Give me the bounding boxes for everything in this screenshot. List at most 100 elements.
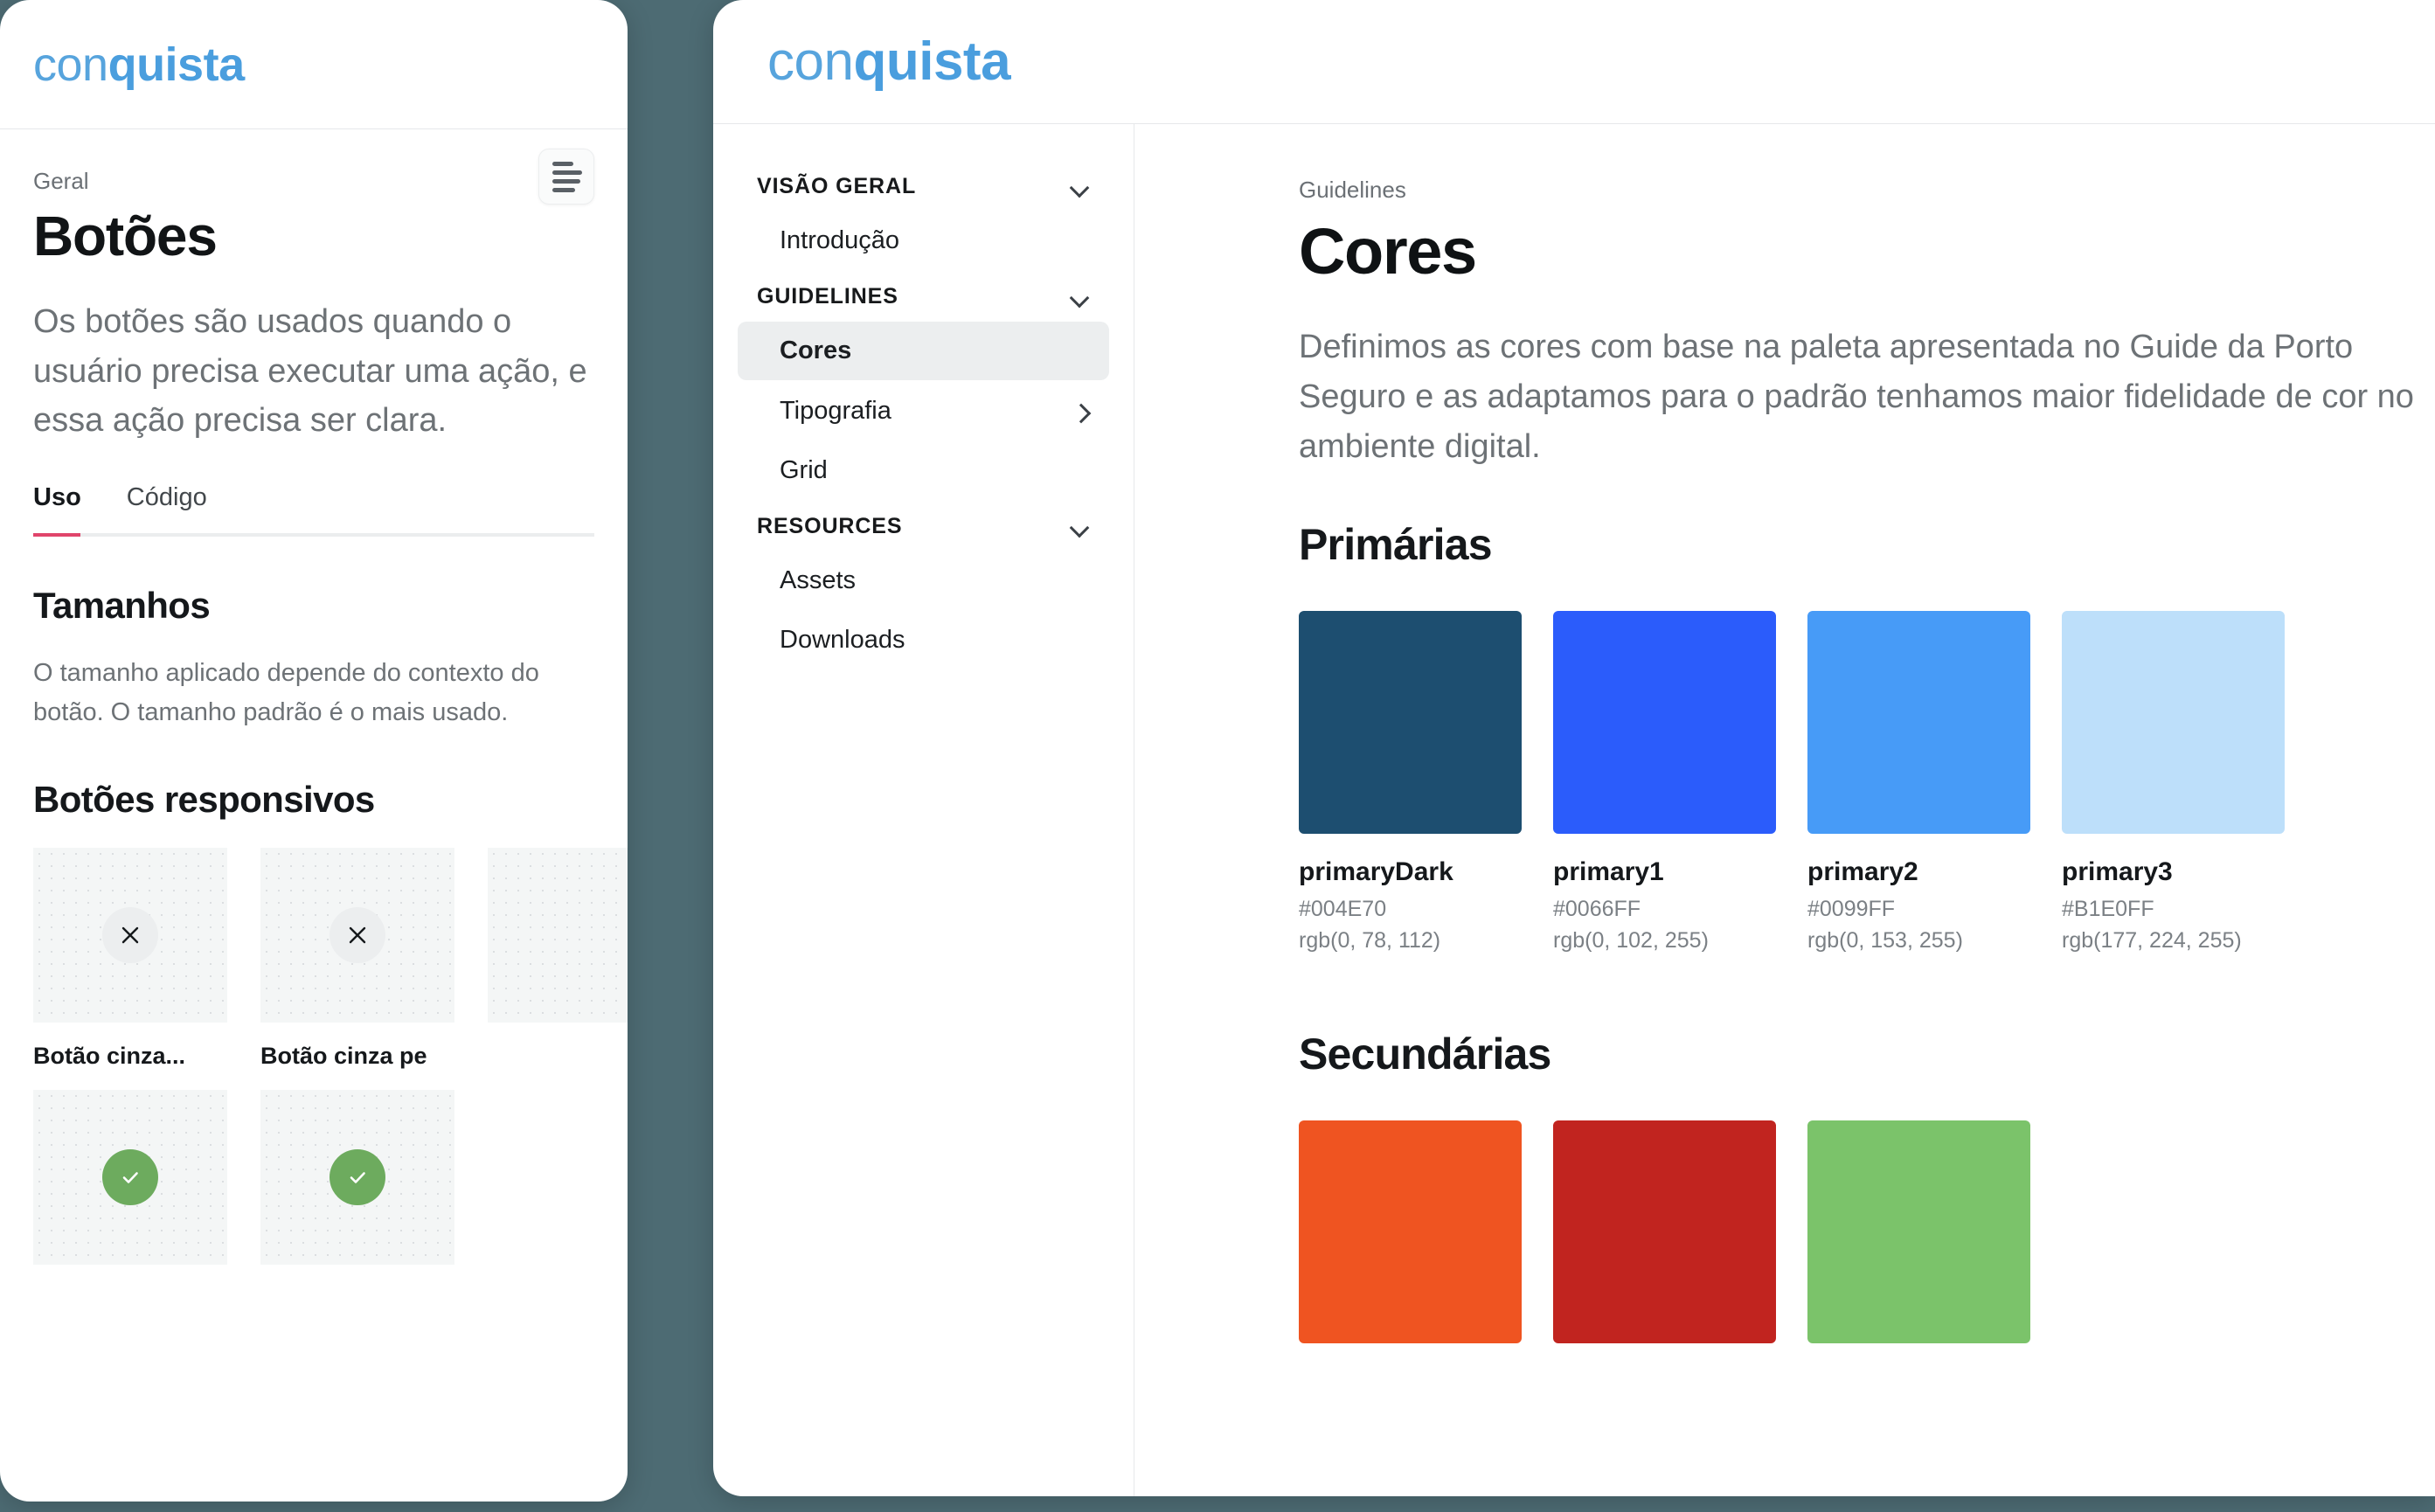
- mobile-topbar: conquista: [0, 0, 628, 129]
- color-name: primary1: [1553, 857, 1664, 886]
- color-swatch[interactable]: [1807, 1120, 2030, 1344]
- check-icon: [102, 1148, 158, 1205]
- color-swatch[interactable]: primary1 #0066FF rgb(0, 102, 255): [1553, 610, 1776, 956]
- sidebar-item-label: Tipografia: [780, 396, 891, 425]
- sidebar-item-label: Grid: [780, 455, 828, 484]
- mobile-lede: Os botões são usados quando o usuário pr…: [33, 303, 587, 439]
- button-card-thumb: [260, 848, 454, 1023]
- align-left-bar-2: [552, 170, 582, 175]
- sidebar-group-guidelines[interactable]: GUIDELINES: [738, 271, 1109, 322]
- mobile-section-heading-responsivos: Botões responsivos: [33, 779, 375, 821]
- chevron-down-icon[interactable]: [1071, 521, 1090, 531]
- color-swatch[interactable]: primary2 #0099FF rgb(0, 153, 255): [1807, 610, 2030, 956]
- sidebar-group-visao-geral[interactable]: VISÃO GERAL: [738, 161, 1109, 212]
- sidebar-item-label: Assets: [780, 566, 857, 594]
- mobile-breadcrumb: Geral: [33, 168, 89, 194]
- color-swatch[interactable]: [1553, 1120, 1776, 1344]
- color-chip: [1807, 610, 2030, 834]
- color-swatch[interactable]: primary3 #B1E0FF rgb(177, 224, 255): [2062, 610, 2285, 956]
- color-swatch[interactable]: [1299, 1120, 1522, 1344]
- check-icon: [330, 1148, 385, 1205]
- button-card-thumb: [33, 848, 227, 1023]
- button-card[interactable]: Botão cinza...: [33, 848, 227, 1070]
- content-lede: Definimos as cores com base na paleta ap…: [1299, 328, 2414, 465]
- sidebar-item-assets[interactable]: Assets: [738, 551, 1109, 609]
- section-heading-secundarias: Secundárias: [1299, 1030, 1551, 1079]
- align-left-bar-1: [552, 161, 573, 166]
- sidebar-item-introducao[interactable]: Introdução: [738, 212, 1109, 269]
- color-hex: #004E70: [1299, 896, 1387, 921]
- button-card[interactable]: [260, 1089, 454, 1284]
- color-name: primaryDark: [1299, 857, 1453, 886]
- brand-logo-bold: quista: [853, 31, 1011, 92]
- desktop-main: VISÃO GERAL Introdução GUIDELINES Cores …: [713, 124, 2435, 1496]
- sidebar-item-downloads[interactable]: Downloads: [738, 611, 1109, 669]
- primary-swatch-row: primaryDark #004E70 rgb(0, 78, 112) prim…: [1299, 610, 2435, 956]
- sidebar-group-label: VISÃO GERAL: [757, 174, 917, 198]
- mobile-section-body-tamanhos: O tamanho aplicado depende do contexto d…: [33, 659, 539, 727]
- sidebar-item-grid[interactable]: Grid: [738, 441, 1109, 499]
- mobile-section-heading-tamanhos: Tamanhos: [33, 585, 211, 627]
- align-left-icon[interactable]: [538, 149, 594, 205]
- button-card-clipped[interactable]: [488, 848, 628, 1070]
- color-hex: #0066FF: [1553, 896, 1641, 921]
- mobile-tabs-underline: [33, 533, 594, 538]
- sidebar-group-label: GUIDELINES: [757, 284, 898, 309]
- brand-logo-light: con: [33, 38, 108, 91]
- button-card-thumb: [488, 848, 628, 1023]
- sidebar-nav: VISÃO GERAL Introdução GUIDELINES Cores …: [713, 124, 1134, 1496]
- color-chip: [2062, 610, 2285, 834]
- close-icon: [102, 907, 158, 964]
- color-swatch[interactable]: primaryDark #004E70 rgb(0, 78, 112): [1299, 610, 1522, 956]
- mobile-body: Geral Botões Os botões são usados quando…: [0, 129, 628, 1284]
- color-chip: [1553, 1120, 1776, 1344]
- sidebar-item-label: Introdução: [780, 226, 900, 254]
- screenshot-stage: conquista Geral Botões Os botões são usa…: [0, 0, 2435, 1512]
- mobile-tabs: Uso Código: [33, 485, 594, 533]
- color-chip: [1553, 610, 1776, 834]
- brand-logo-bold: quista: [108, 38, 246, 91]
- button-card-label: Botão cinza pe: [260, 1043, 427, 1070]
- sidebar-item-tipografia[interactable]: Tipografia: [738, 382, 1109, 440]
- color-rgb: rgb(177, 224, 255): [2062, 927, 2242, 953]
- tab-codigo[interactable]: Código: [127, 485, 207, 510]
- close-icon: [330, 907, 385, 964]
- color-rgb: rgb(0, 153, 255): [1807, 927, 1963, 953]
- color-rgb: rgb(0, 102, 255): [1553, 927, 1709, 953]
- button-card-thumb: [260, 1089, 454, 1265]
- page-title: Cores: [1299, 215, 1477, 288]
- desktop-topbar: conquista: [713, 0, 2435, 124]
- color-name: primary3: [2062, 857, 2173, 886]
- color-rgb: rgb(0, 78, 112): [1299, 927, 1441, 953]
- chevron-down-icon[interactable]: [1071, 291, 1090, 302]
- sidebar-group-label: RESOURCES: [757, 514, 903, 538]
- tab-uso[interactable]: Uso: [33, 485, 81, 510]
- button-card-label: Botão cinza...: [33, 1043, 186, 1070]
- sidebar-item-cores[interactable]: Cores: [738, 322, 1109, 380]
- chevron-right-icon[interactable]: [1071, 406, 1090, 416]
- main-content: Guidelines Cores Definimos as cores com …: [1134, 124, 2435, 1496]
- sidebar-item-label: Downloads: [780, 626, 905, 655]
- color-hex: #0099FF: [1807, 896, 1896, 921]
- secondary-swatch-row: [1299, 1120, 2435, 1344]
- color-hex: #B1E0FF: [2062, 896, 2154, 921]
- button-card[interactable]: [33, 1089, 227, 1284]
- color-chip: [1299, 610, 1522, 834]
- button-card-thumb: [33, 1089, 227, 1265]
- brand-logo-light: con: [767, 31, 854, 92]
- color-chip: [1299, 1120, 1522, 1344]
- align-left-bar-4: [552, 187, 575, 192]
- sidebar-item-label: Cores: [780, 336, 852, 365]
- color-name: primary2: [1807, 857, 1918, 886]
- section-heading-primarias: Primárias: [1299, 519, 1493, 569]
- mobile-preview-panel: conquista Geral Botões Os botões são usa…: [0, 0, 628, 1502]
- button-card[interactable]: Botão cinza pe: [260, 848, 454, 1070]
- chevron-down-icon[interactable]: [1071, 181, 1090, 191]
- sidebar-group-resources[interactable]: RESOURCES: [738, 501, 1109, 551]
- color-chip: [1807, 1120, 2030, 1344]
- mobile-page-title: Botões: [33, 205, 218, 268]
- desktop-preview-panel: conquista VISÃO GERAL Introdução GUIDELI…: [713, 0, 2435, 1496]
- brand-logo[interactable]: conquista: [33, 41, 245, 88]
- brand-logo[interactable]: conquista: [767, 34, 1011, 89]
- content-breadcrumb: Guidelines: [1299, 177, 1406, 203]
